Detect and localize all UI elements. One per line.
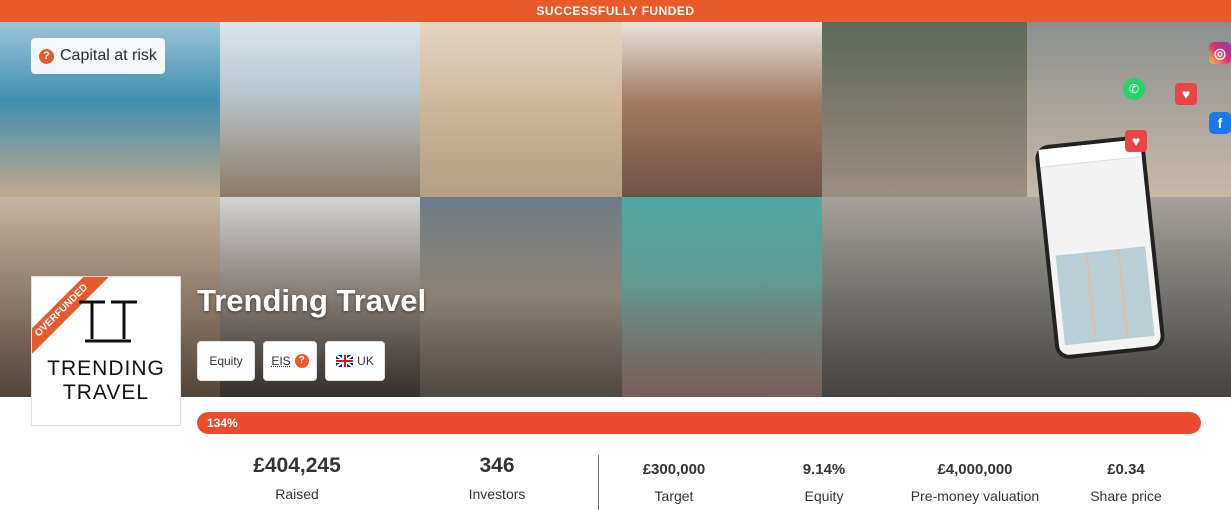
hero-image-collage: ✆ ♥ ♥ ◎ f (0, 22, 1231, 397)
stat-investors-value: 346 (479, 454, 515, 477)
stat-raised-value: £404,245 (253, 454, 341, 477)
stat-valuation-value: £4,000,000 (937, 461, 1013, 478)
phone-screen-grid (1055, 246, 1155, 346)
stat-target: £300,000 Target (619, 461, 729, 504)
phone-mockup (1034, 134, 1166, 361)
stat-valuation: £4,000,000 Pre-money valuation (900, 461, 1050, 504)
funding-progress-label: 134% (207, 416, 238, 430)
question-icon: ? (39, 48, 54, 64)
stat-equity-label: Equity (804, 488, 844, 504)
stat-investors: 346 Investors (447, 454, 547, 502)
stat-equity-value: 9.14% (802, 461, 846, 478)
stat-raised: £404,245 Raised (232, 454, 362, 502)
heart-icon: ♥ (1175, 83, 1197, 105)
facebook-icon[interactable]: f (1209, 112, 1231, 134)
stat-target-value: £300,000 (642, 461, 706, 478)
stat-investors-label: Investors (468, 486, 526, 502)
company-title: Trending Travel (197, 283, 427, 318)
logo-wordmark-line2: TRAVEL (62, 381, 150, 404)
stat-equity: 9.14% Equity (774, 461, 874, 504)
funded-banner-text: SUCCESSFULLY FUNDED (536, 4, 695, 18)
tt-logo-mark (79, 300, 137, 343)
funding-progress-fill: 134% (197, 412, 1201, 434)
stat-raised-label: Raised (275, 486, 319, 502)
company-logo: OVERFUNDED TRENDING TRAVEL (31, 276, 181, 426)
stat-target-label: Target (654, 488, 694, 504)
capital-at-risk-label: Capital at risk (60, 47, 157, 64)
eis-tag-label: EIS (271, 354, 291, 368)
funding-progress-bar: 134% (197, 412, 1201, 434)
logo-wordmark: TRENDING TRAVEL (32, 357, 180, 405)
stat-share-price-label: Share price (1090, 488, 1162, 504)
capital-at-risk-badge[interactable]: ? Capital at risk (31, 38, 165, 74)
heart-icon: ♥ (1125, 130, 1147, 152)
stat-share-price-value: £0.34 (1107, 461, 1145, 478)
equity-tag-label: Equity (209, 354, 243, 368)
stat-valuation-label: Pre-money valuation (910, 488, 1040, 504)
country-tag: UK (325, 341, 385, 381)
funded-banner: SUCCESSFULLY FUNDED (0, 0, 1231, 22)
uk-flag-icon (336, 355, 354, 367)
question-icon: ? (294, 354, 309, 368)
logo-wordmark-line1: TRENDING (47, 357, 165, 380)
instagram-icon[interactable]: ◎ (1209, 42, 1231, 64)
whatsapp-icon: ✆ (1123, 78, 1145, 100)
stat-share-price: £0.34 Share price (1076, 461, 1176, 504)
eis-tag[interactable]: EIS ? (263, 341, 317, 381)
equity-tag: Equity (197, 341, 255, 381)
stats-divider (598, 455, 599, 510)
country-tag-label: UK (357, 354, 374, 368)
